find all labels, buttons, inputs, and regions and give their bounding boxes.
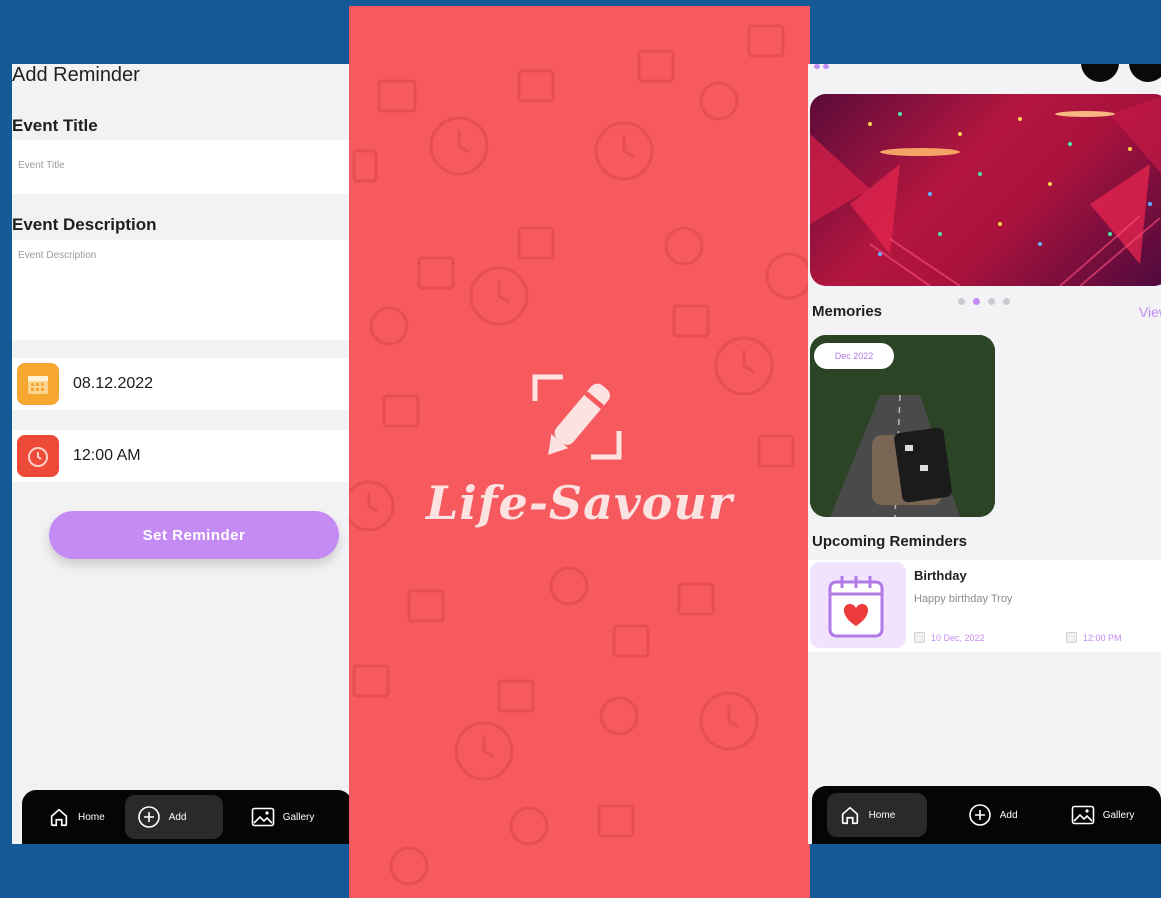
home-screen: Memories View Dec 2022 Upcoming Reminder… — [808, 64, 1161, 844]
header-actions — [1081, 64, 1161, 82]
home-icon — [50, 808, 68, 827]
pencil-frame-icon — [532, 374, 622, 460]
add-reminder-screen: Add Reminder Event Title Event Title Eve… — [12, 64, 352, 844]
reminder-description: Happy birthday Troy — [914, 593, 1013, 605]
nav-gallery[interactable]: Gallery — [1059, 793, 1147, 837]
clock-icon — [1066, 632, 1077, 643]
clock-icon — [17, 435, 59, 477]
time-value: 12:00 AM — [73, 447, 141, 464]
upcoming-reminders-title: Upcoming Reminders — [812, 533, 968, 550]
event-description-label: Event Description — [12, 215, 157, 234]
nav-add-label: Add — [168, 811, 187, 823]
nav-add[interactable]: Add — [956, 793, 1030, 837]
nav-gallery[interactable]: Gallery — [239, 795, 327, 839]
carousel-dot-active[interactable] — [973, 298, 980, 305]
plus-circle-icon — [968, 804, 991, 826]
reminder-thumbnail — [810, 562, 906, 648]
page-title: Add Reminder — [12, 64, 140, 86]
settings-icon[interactable] — [1129, 64, 1161, 82]
gallery-icon — [251, 807, 274, 827]
reminder-title: Birthday — [914, 568, 967, 583]
carousel-dot[interactable] — [988, 298, 995, 305]
time-picker-row[interactable]: 12:00 AM — [12, 430, 352, 482]
memories-title: Memories — [812, 303, 883, 320]
splash-screen: Life-Savour — [349, 6, 810, 898]
nav-gallery-label: Gallery — [1102, 809, 1135, 821]
heart-calendar-icon — [828, 576, 884, 638]
carousel-dot[interactable] — [1003, 298, 1010, 305]
date-value: 08.12.2022 — [73, 375, 154, 392]
nav-home-label: Home — [868, 809, 896, 821]
profile-icon[interactable] — [1081, 64, 1119, 82]
memory-date-badge: Dec 2022 — [814, 343, 894, 369]
celebration-banner-image — [810, 97, 1161, 286]
bottom-nav: Home Add Gallery — [22, 790, 352, 844]
event-title-input[interactable]: Event Title — [12, 140, 352, 194]
event-title-label: Event Title — [12, 116, 98, 135]
nav-home[interactable]: Home — [36, 795, 117, 839]
bottom-nav: Home Add Gallery — [812, 786, 1161, 844]
reminder-date-text: 10 Dec, 2022 — [931, 632, 985, 643]
home-icon — [841, 806, 858, 825]
reminder-time: 12:00 PM — [1066, 632, 1122, 643]
reminder-time-text: 12:00 PM — [1083, 632, 1122, 643]
nav-add-label: Add — [999, 809, 1018, 821]
calendar-icon — [17, 363, 59, 405]
reminder-card[interactable]: Birthday Happy birthday Troy 10 Dec, 202… — [808, 560, 1161, 652]
memory-card[interactable]: Dec 2022 — [810, 335, 995, 517]
app-name: Life-Savour — [425, 476, 734, 530]
nav-home[interactable]: Home — [826, 793, 927, 837]
banner-carousel[interactable] — [810, 94, 1161, 286]
date-picker-row[interactable]: 08.12.2022 — [12, 358, 352, 410]
view-all-link[interactable]: View — [1139, 304, 1161, 320]
reminder-date: 10 Dec, 2022 — [914, 632, 985, 643]
event-description-input[interactable]: Event Description — [12, 240, 352, 340]
menu-dots-icon[interactable] — [814, 64, 829, 69]
nav-add[interactable]: Add — [124, 795, 223, 839]
nav-home-label: Home — [78, 811, 105, 823]
carousel-dot[interactable] — [958, 298, 965, 305]
plus-circle-icon — [137, 806, 160, 828]
calendar-icon — [914, 632, 925, 643]
gallery-icon — [1071, 805, 1095, 825]
carousel-dots[interactable] — [958, 298, 1010, 305]
set-reminder-button[interactable]: Set Reminder — [49, 511, 339, 559]
nav-gallery-label: Gallery — [282, 811, 315, 823]
